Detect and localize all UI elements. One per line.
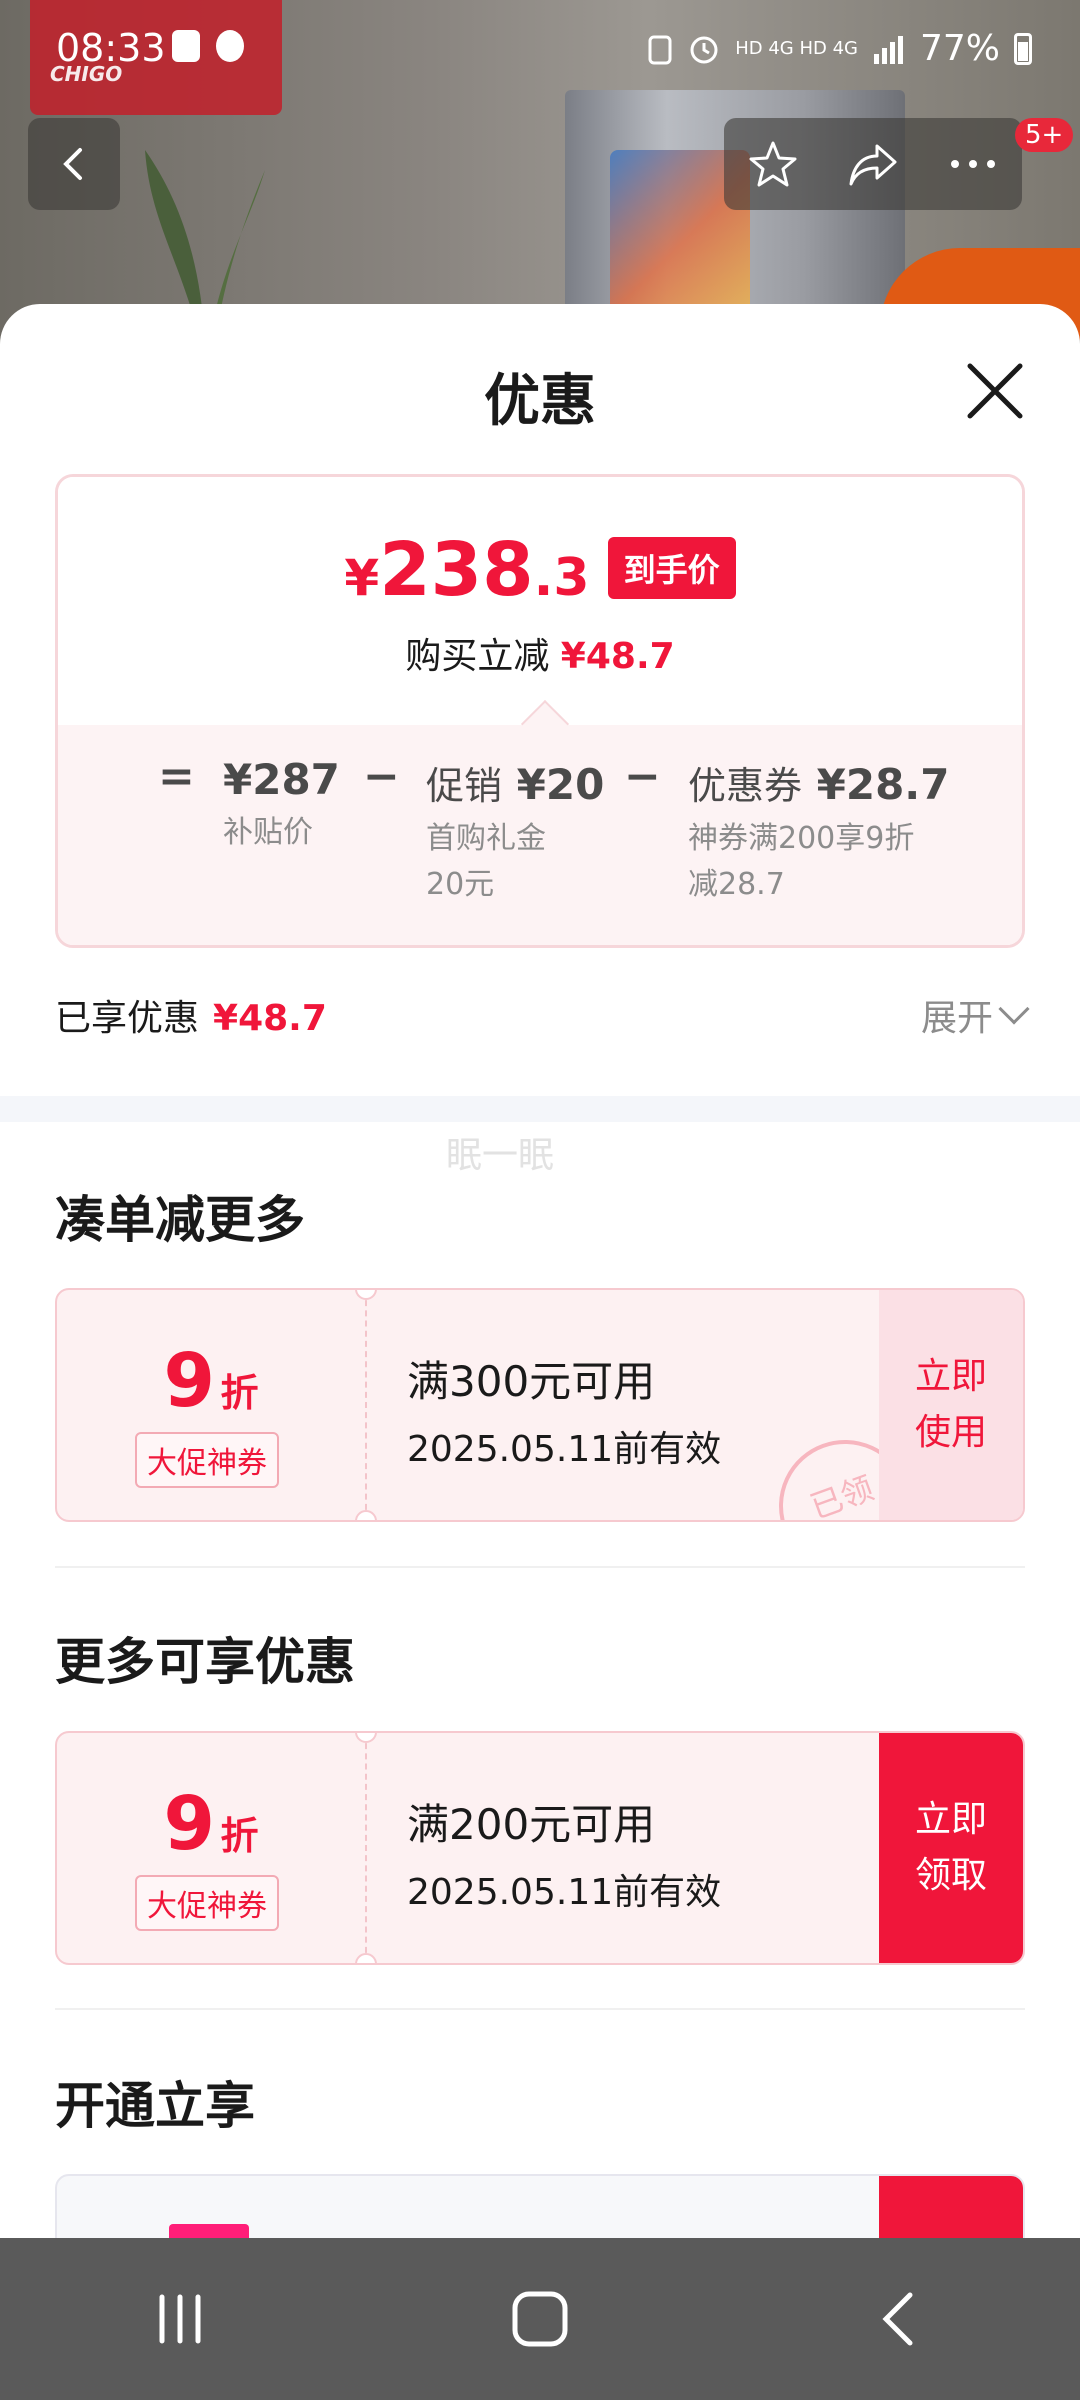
expand-button[interactable]: 展开 bbox=[921, 989, 1030, 1041]
coupon-discount: 9 折 bbox=[163, 1781, 259, 1867]
final-price: ¥238.3 bbox=[344, 527, 590, 613]
top-actions bbox=[724, 118, 1022, 210]
coupon-card-more: 9 折 大促神券 满200元可用 2025.05.11前有效 立即 领取 bbox=[55, 1731, 1025, 1965]
section-divider bbox=[0, 1096, 1080, 1122]
divider bbox=[55, 2008, 1025, 2010]
minus-sign: − bbox=[363, 751, 400, 802]
alarm-icon bbox=[690, 36, 718, 63]
coupon-tag: 大促神券 bbox=[135, 1875, 279, 1931]
back-icon bbox=[882, 2292, 913, 2346]
battery-percent: 77% bbox=[919, 28, 1000, 69]
chevron-down-icon bbox=[998, 993, 1030, 1025]
claim-now-button[interactable]: 立即 领取 bbox=[879, 1733, 1023, 1963]
share-icon[interactable] bbox=[845, 138, 901, 190]
recent-apps-button[interactable] bbox=[120, 2269, 240, 2369]
network-label: HD 4G HD 4G bbox=[735, 38, 858, 59]
star-icon[interactable] bbox=[747, 138, 799, 190]
final-price-tag: 到手价 bbox=[607, 537, 736, 599]
coupon-item: 优惠券 ¥28.7 神券满200享9折 减28.7 bbox=[688, 760, 950, 902]
base-price-item: ¥287 补贴价 bbox=[223, 755, 340, 850]
section-title-open: 开通立享 bbox=[55, 2077, 255, 2135]
system-back-button[interactable] bbox=[840, 2269, 960, 2369]
sheet-title: 优惠 bbox=[484, 369, 596, 434]
watermark-text: 眠一眠 bbox=[446, 1135, 555, 1176]
system-navigation-bar bbox=[0, 2238, 1080, 2400]
equals-sign: = bbox=[158, 751, 195, 802]
status-time: 08:33 bbox=[56, 26, 166, 70]
coupon-discount: 9 折 bbox=[163, 1338, 259, 1424]
price-summary-card: ¥238.3 到手价 购买立减 ¥48.7 = ¥287 补贴价 − 促销 ¥2… bbox=[55, 474, 1025, 948]
recycle-icon bbox=[648, 35, 672, 64]
chevron-left-icon bbox=[63, 148, 82, 180]
home-button[interactable] bbox=[480, 2269, 600, 2369]
use-now-button[interactable]: 立即 使用 bbox=[879, 1290, 1023, 1520]
final-price-row: ¥238.3 到手价 bbox=[58, 527, 1022, 613]
coupon-card-combine: 9 折 大促神券 满300元可用 2025.05.11前有效 已领 立即 使用 bbox=[55, 1288, 1025, 1522]
more-icon[interactable] bbox=[947, 154, 999, 174]
purchase-reduction: 购买立减 ¥48.7 bbox=[405, 636, 675, 677]
coupon-valid-until: 2025.05.11前有效 bbox=[407, 1429, 722, 1470]
section-title-more: 更多可享优惠 bbox=[55, 1633, 355, 1691]
battery-icon bbox=[1014, 32, 1032, 65]
notification-icon bbox=[172, 30, 200, 62]
signal-icon bbox=[873, 35, 903, 64]
promo-item: 促销 ¥20 首购礼金 20元 bbox=[426, 760, 605, 902]
back-button[interactable] bbox=[28, 118, 120, 210]
coupon-condition: 满300元可用 bbox=[407, 1357, 656, 1406]
section-title-combine: 凑单减更多 bbox=[55, 1191, 305, 1249]
divider bbox=[55, 1566, 1025, 1568]
enjoyed-label: 已享优惠 bbox=[55, 998, 200, 1039]
status-bar: 08:33 HD 4G HD 4G 77% bbox=[0, 0, 1080, 100]
coupon-tag: 大促神券 bbox=[135, 1432, 279, 1488]
enjoyed-value: ¥48.7 bbox=[213, 998, 327, 1039]
coupon-valid-until: 2025.05.11前有效 bbox=[407, 1872, 722, 1913]
minus-sign: − bbox=[624, 751, 661, 802]
discount-sheet: 优惠 ¥238.3 到手价 购买立减 ¥48.7 = ¥287 补贴价 − 促销… bbox=[0, 304, 1080, 2238]
enjoyed-discount-row: 已享优惠 ¥48.7 展开 bbox=[55, 989, 1030, 1041]
app-notification-icon bbox=[216, 30, 244, 62]
message-badge: 5+ bbox=[1015, 118, 1074, 152]
close-icon[interactable] bbox=[960, 356, 1030, 426]
coupon-condition: 满200元可用 bbox=[407, 1800, 656, 1849]
price-breakdown: = ¥287 补贴价 − 促销 ¥20 首购礼金 20元 − 优惠券 ¥28.7 … bbox=[58, 699, 1022, 945]
recent-apps-icon bbox=[159, 2294, 201, 2344]
home-icon bbox=[512, 2291, 568, 2347]
